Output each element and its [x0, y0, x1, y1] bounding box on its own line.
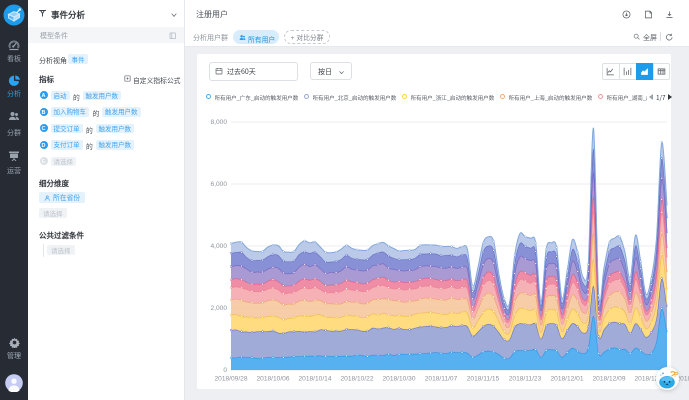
svg-text:2018/11/15: 2018/11/15 — [467, 376, 500, 383]
svg-text:8,000: 8,000 — [210, 119, 227, 126]
svg-text:2018/10/14: 2018/10/14 — [298, 376, 331, 383]
svg-text:0: 0 — [223, 367, 227, 374]
svg-text:2018/11/07: 2018/11/07 — [425, 376, 458, 383]
svg-text:2018/10/06: 2018/10/06 — [256, 376, 289, 383]
svg-text:2018/11/23: 2018/11/23 — [509, 376, 542, 383]
svg-text:2,000: 2,000 — [210, 305, 227, 312]
svg-text:2018/10/22: 2018/10/22 — [340, 376, 373, 383]
svg-text:2018/12/09: 2018/12/09 — [592, 376, 625, 383]
svg-text:2018/09/28: 2018/09/28 — [214, 376, 247, 383]
svg-text:2018/12/01: 2018/12/01 — [550, 376, 583, 383]
svg-text:2018/10/30: 2018/10/30 — [382, 376, 415, 383]
svg-text:6,000: 6,000 — [210, 181, 227, 188]
svg-text:4,000: 4,000 — [210, 243, 227, 250]
